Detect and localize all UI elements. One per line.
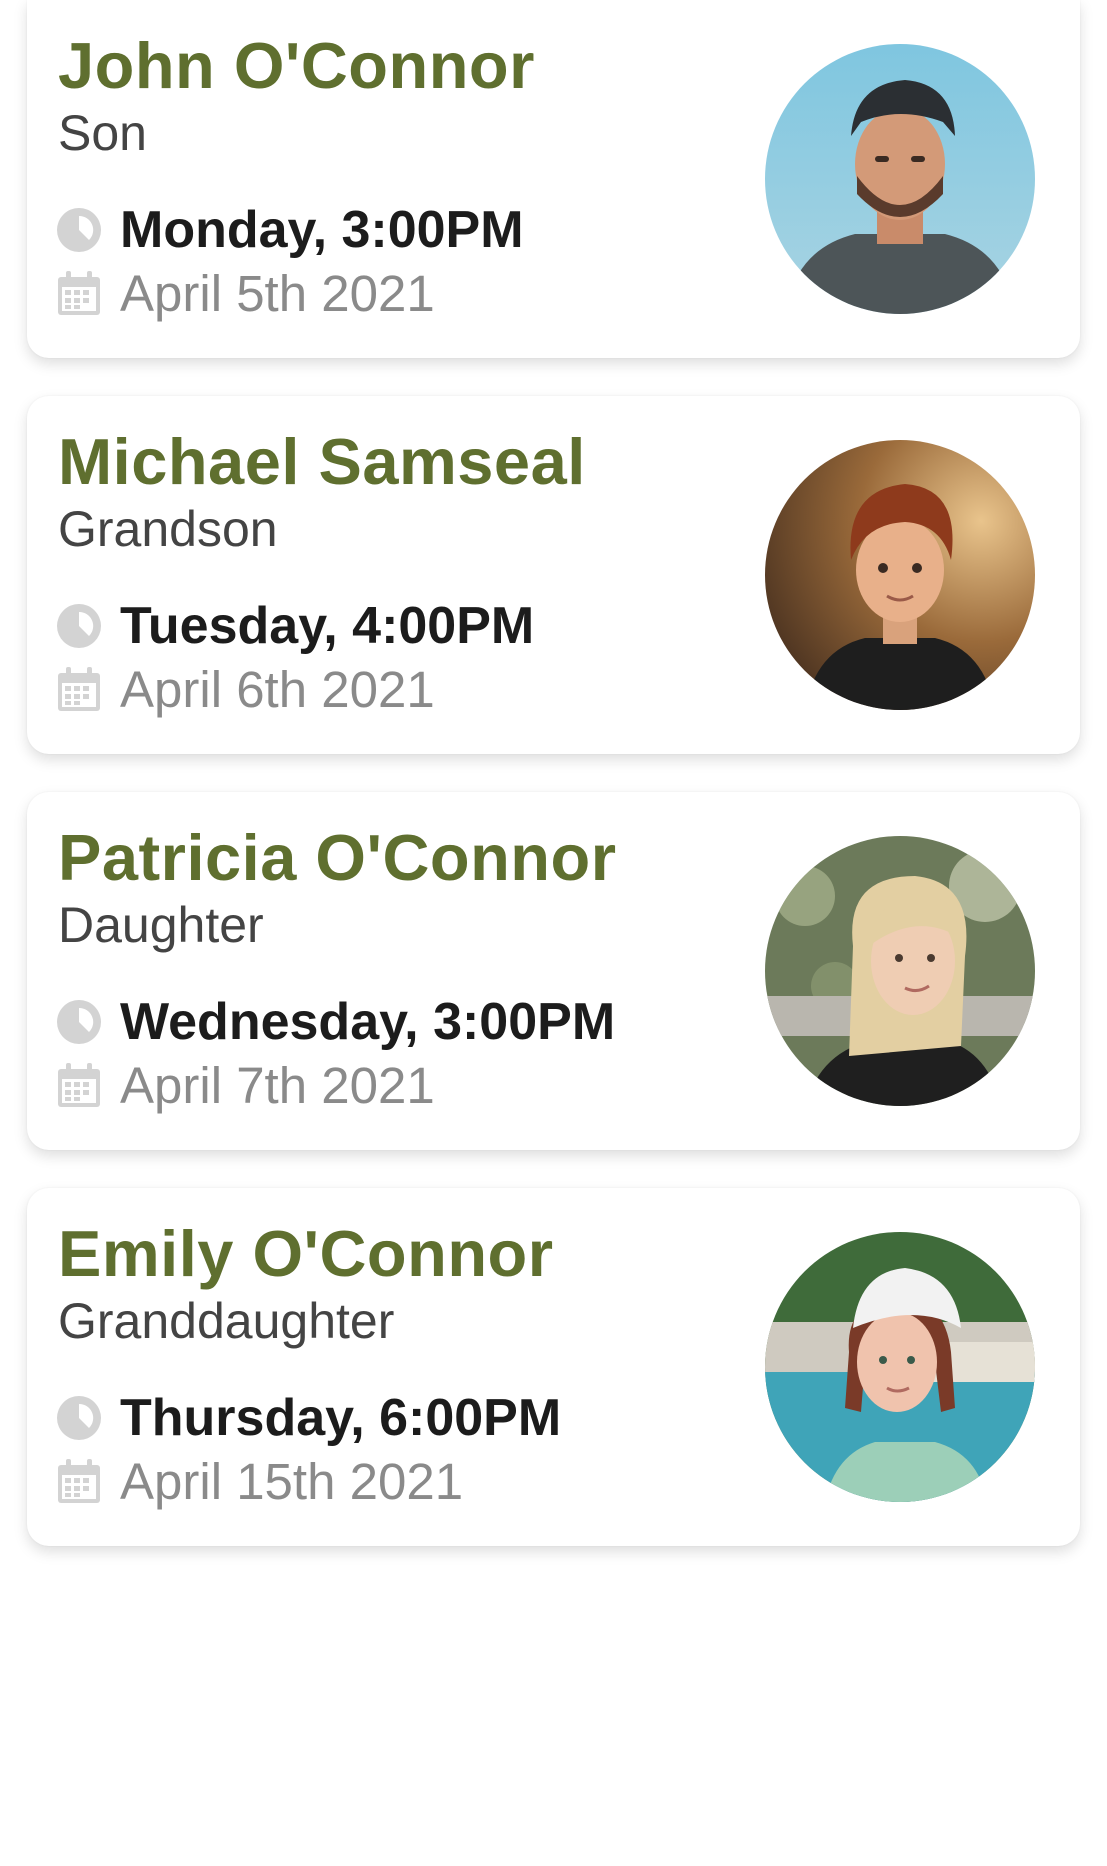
- visit-date: April 7th 2021: [120, 1057, 435, 1114]
- contact-avatar: [765, 440, 1035, 710]
- visit-date-row: April 5th 2021: [56, 264, 435, 323]
- girl-bandana-pool-photo: [765, 1232, 1035, 1502]
- calendar-icon: [58, 666, 100, 711]
- visit-time: Thursday, 6:00PM: [120, 1389, 562, 1447]
- contact-name: John O'Connor: [58, 29, 535, 102]
- visit-schedule-list: John O'Connor Son Monday, 3:00PM April 5…: [27, 0, 1080, 1584]
- contact-relation: Granddaughter: [58, 1293, 395, 1349]
- contact-name: Emily O'Connor: [58, 1217, 554, 1290]
- visit-time-row: Wednesday, 3:00PM: [56, 992, 615, 1052]
- calendar-icon: [58, 1062, 100, 1107]
- visit-time-row: Thursday, 6:00PM: [56, 1388, 561, 1448]
- contact-avatar: [765, 44, 1035, 314]
- contact-card-emily-oconnor[interactable]: Emily O'Connor Granddaughter Thursday, 6…: [27, 1188, 1080, 1546]
- contact-relation: Grandson: [58, 501, 278, 557]
- contact-relation: Son: [58, 105, 147, 161]
- visit-date: April 5th 2021: [120, 265, 435, 322]
- contact-name: Patricia O'Connor: [58, 821, 617, 894]
- visit-time: Monday, 3:00PM: [120, 201, 524, 259]
- contact-avatar: [765, 836, 1035, 1106]
- contact-relation: Daughter: [58, 897, 264, 953]
- contact-card-patricia-oconnor[interactable]: Patricia O'Connor Daughter Wednesday, 3:…: [27, 792, 1080, 1150]
- contact-card-john-oconnor[interactable]: John O'Connor Son Monday, 3:00PM April 5…: [27, 0, 1080, 358]
- clock-icon: [57, 1000, 101, 1044]
- young-man-cap-photo: [765, 44, 1035, 314]
- visit-date: April 15th 2021: [120, 1453, 464, 1510]
- visit-time: Wednesday, 3:00PM: [120, 993, 616, 1051]
- clock-icon: [57, 1396, 101, 1440]
- contact-avatar: [765, 1232, 1035, 1502]
- clock-icon: [57, 604, 101, 648]
- clock-icon: [57, 208, 101, 252]
- visit-time-row: Monday, 3:00PM: [56, 200, 524, 260]
- contact-name: Michael Samseal: [58, 425, 586, 498]
- visit-time-row: Tuesday, 4:00PM: [56, 596, 534, 656]
- visit-date-row: April 7th 2021: [56, 1056, 435, 1115]
- contact-card-michael-samseal[interactable]: Michael Samseal Grandson Tuesday, 4:00PM: [27, 396, 1080, 754]
- visit-date-row: April 15th 2021: [56, 1452, 463, 1511]
- boy-red-hair-photo: [765, 440, 1035, 710]
- blonde-woman-photo: [765, 836, 1035, 1106]
- visit-date-row: April 6th 2021: [56, 660, 435, 719]
- calendar-icon: [58, 1458, 100, 1503]
- visit-date: April 6th 2021: [120, 661, 435, 718]
- visit-time: Tuesday, 4:00PM: [120, 597, 535, 655]
- calendar-icon: [58, 270, 100, 315]
